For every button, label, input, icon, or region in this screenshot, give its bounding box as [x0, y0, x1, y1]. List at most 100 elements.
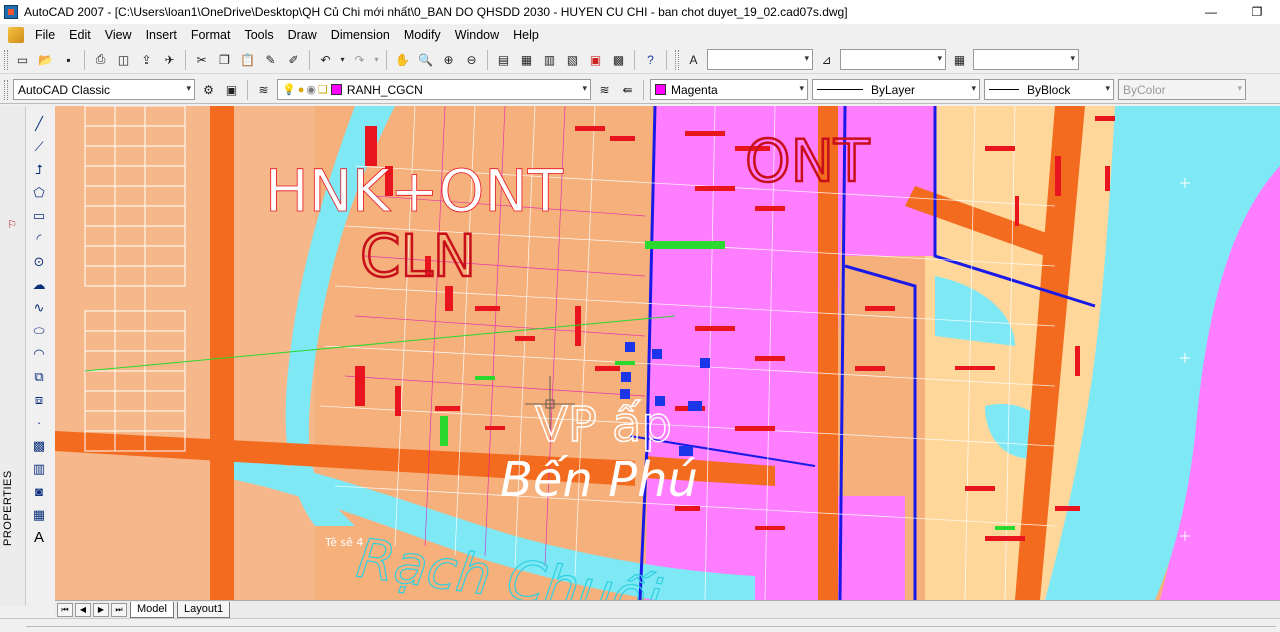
restore-button[interactable]: ❐	[1234, 0, 1280, 24]
calculator-icon[interactable]: ▩	[609, 50, 629, 70]
new-icon[interactable]: ▭	[13, 50, 33, 70]
publish-icon[interactable]: ⇪	[137, 50, 157, 70]
rectangle-icon[interactable]: ▭	[27, 204, 51, 227]
help-icon[interactable]: ?	[641, 50, 661, 70]
construction-line-icon[interactable]: ⟋	[27, 135, 51, 158]
hatch-icon[interactable]: ▩	[27, 434, 51, 457]
cut-icon[interactable]: ✂	[192, 50, 212, 70]
circle-icon[interactable]: ⊙	[27, 250, 51, 273]
linetype-combo[interactable]: ByLayer ▾	[812, 79, 980, 100]
ellipse-icon[interactable]: ⬭	[27, 319, 51, 342]
toolbar-grip[interactable]	[4, 49, 8, 70]
next-tab-icon[interactable]: ▶	[93, 602, 109, 617]
menu-view[interactable]: View	[98, 24, 139, 46]
layer-combo[interactable]: 💡 ● ◉ ❏ RANH_CGCN ▾	[277, 79, 591, 100]
zoom-previous-icon[interactable]: ⊖	[462, 50, 482, 70]
design-center-icon[interactable]: ▦	[517, 50, 537, 70]
last-tab-icon[interactable]: ⏭	[111, 602, 127, 617]
dim-style-combo[interactable]: ▾	[840, 49, 946, 70]
document-menu-icon[interactable]	[8, 27, 24, 43]
save-icon[interactable]: ▪	[59, 50, 79, 70]
workspace-value: AutoCAD Classic	[18, 82, 111, 97]
zoom-realtime-icon[interactable]: 🔍	[416, 50, 436, 70]
layer-manager-icon[interactable]: ≋	[254, 80, 274, 100]
menu-dimension[interactable]: Dimension	[324, 24, 397, 46]
block-editor-icon[interactable]: ✐	[284, 50, 304, 70]
markup-icon[interactable]: ▣	[586, 50, 606, 70]
point-icon[interactable]: ·	[27, 411, 51, 434]
pan-icon[interactable]: ✋	[393, 50, 413, 70]
gradient-icon[interactable]: ▥	[27, 457, 51, 480]
arc-icon[interactable]: ◜	[27, 227, 51, 250]
menu-format[interactable]: Format	[184, 24, 238, 46]
menu-help[interactable]: Help	[506, 24, 546, 46]
first-tab-icon[interactable]: ⏮	[57, 602, 73, 617]
properties-palette-label[interactable]: PROPERTIES	[2, 470, 14, 546]
plot-icon[interactable]: ⎙	[91, 50, 111, 70]
linetype-value: ByLayer	[871, 82, 916, 97]
autocad-app-icon[interactable]	[4, 5, 18, 19]
menu-insert[interactable]: Insert	[139, 24, 184, 46]
table-style-combo[interactable]: ▾	[973, 49, 1079, 70]
layer-on-icon: 💡	[282, 84, 296, 96]
redo-dropdown-icon[interactable]: ▾	[373, 50, 381, 70]
redo-icon[interactable]: ↷	[350, 50, 370, 70]
revision-cloud-icon[interactable]: ☁	[27, 273, 51, 296]
properties-palette-strip[interactable]: ⚐ PROPERTIES	[0, 106, 26, 606]
layer-previous-icon[interactable]: ⇚	[618, 80, 638, 100]
color-value: Magenta	[671, 82, 718, 97]
open-icon[interactable]: 📂	[36, 50, 56, 70]
menu-file[interactable]: File	[28, 24, 62, 46]
lineweight-preview	[989, 89, 1019, 90]
menu-draw[interactable]: Draw	[281, 24, 324, 46]
make-block-icon[interactable]: ⧈	[27, 388, 51, 411]
palette-icon[interactable]: ⚐	[3, 218, 21, 234]
table-icon[interactable]: ▦	[27, 503, 51, 526]
text-style-combo[interactable]: ▾	[707, 49, 813, 70]
map-drawing[interactable]: HNK+ONT CLN ONT VP ấp Bến Phú Rạch Chuối…	[55, 106, 1280, 600]
spline-icon[interactable]: ∿	[27, 296, 51, 319]
tool-palettes-icon[interactable]: ▥	[540, 50, 560, 70]
zone-label-hnk-ont: HNK+ONT	[265, 157, 564, 225]
plot-preview-icon[interactable]: ◫	[114, 50, 134, 70]
sheet-set-icon[interactable]: ▧	[563, 50, 583, 70]
etransmit-icon[interactable]: ✈	[160, 50, 180, 70]
multiline-text-icon[interactable]: A	[27, 526, 51, 549]
insert-block-icon[interactable]: ⧉	[27, 365, 51, 388]
line-icon[interactable]: ╱	[27, 112, 51, 135]
copy-icon[interactable]: ❐	[215, 50, 235, 70]
layer-lock-icon: ◉	[306, 84, 316, 96]
toolbar-grip[interactable]	[675, 49, 679, 70]
chevron-down-icon: ▾	[799, 83, 804, 93]
menu-tools[interactable]: Tools	[237, 24, 280, 46]
paste-icon[interactable]: 📋	[238, 50, 258, 70]
match-properties-icon[interactable]: ✎	[261, 50, 281, 70]
workspace-combo[interactable]: AutoCAD Classic ▾	[13, 79, 195, 100]
menu-modify[interactable]: Modify	[397, 24, 448, 46]
properties-icon[interactable]: ▤	[494, 50, 514, 70]
prev-tab-icon[interactable]: ◀	[75, 602, 91, 617]
make-object-layer-current-icon[interactable]: ≋	[595, 80, 615, 100]
table-style-icon[interactable]: ▦	[950, 50, 970, 70]
toolbar-separator	[185, 49, 186, 70]
menu-window[interactable]: Window	[448, 24, 506, 46]
tab-layout1[interactable]: Layout1	[176, 601, 231, 618]
tab-model[interactable]: Model	[130, 601, 174, 618]
text-style-icon[interactable]: A	[684, 50, 704, 70]
polygon-icon[interactable]: ⬠	[27, 181, 51, 204]
zoom-window-icon[interactable]: ⊕	[439, 50, 459, 70]
undo-icon[interactable]: ↶	[316, 50, 336, 70]
region-icon[interactable]: ◙	[27, 480, 51, 503]
polyline-icon[interactable]: ⮥	[27, 158, 51, 181]
my-workspace-icon[interactable]: ▣	[222, 80, 242, 100]
minimize-button[interactable]: —	[1188, 0, 1234, 24]
drawing-canvas[interactable]: HNK+ONT CLN ONT VP ấp Bến Phú Rạch Chuối…	[55, 106, 1280, 600]
ellipse-arc-icon[interactable]: ◠	[27, 342, 51, 365]
toolbar-grip[interactable]	[4, 79, 8, 100]
workspace-settings-icon[interactable]: ⚙	[199, 80, 219, 100]
menu-edit[interactable]: Edit	[62, 24, 98, 46]
lineweight-combo[interactable]: ByBlock ▾	[984, 79, 1114, 100]
color-combo[interactable]: Magenta ▾	[650, 79, 808, 100]
undo-dropdown-icon[interactable]: ▾	[339, 50, 347, 70]
dim-style-icon[interactable]: ⊿	[817, 50, 837, 70]
